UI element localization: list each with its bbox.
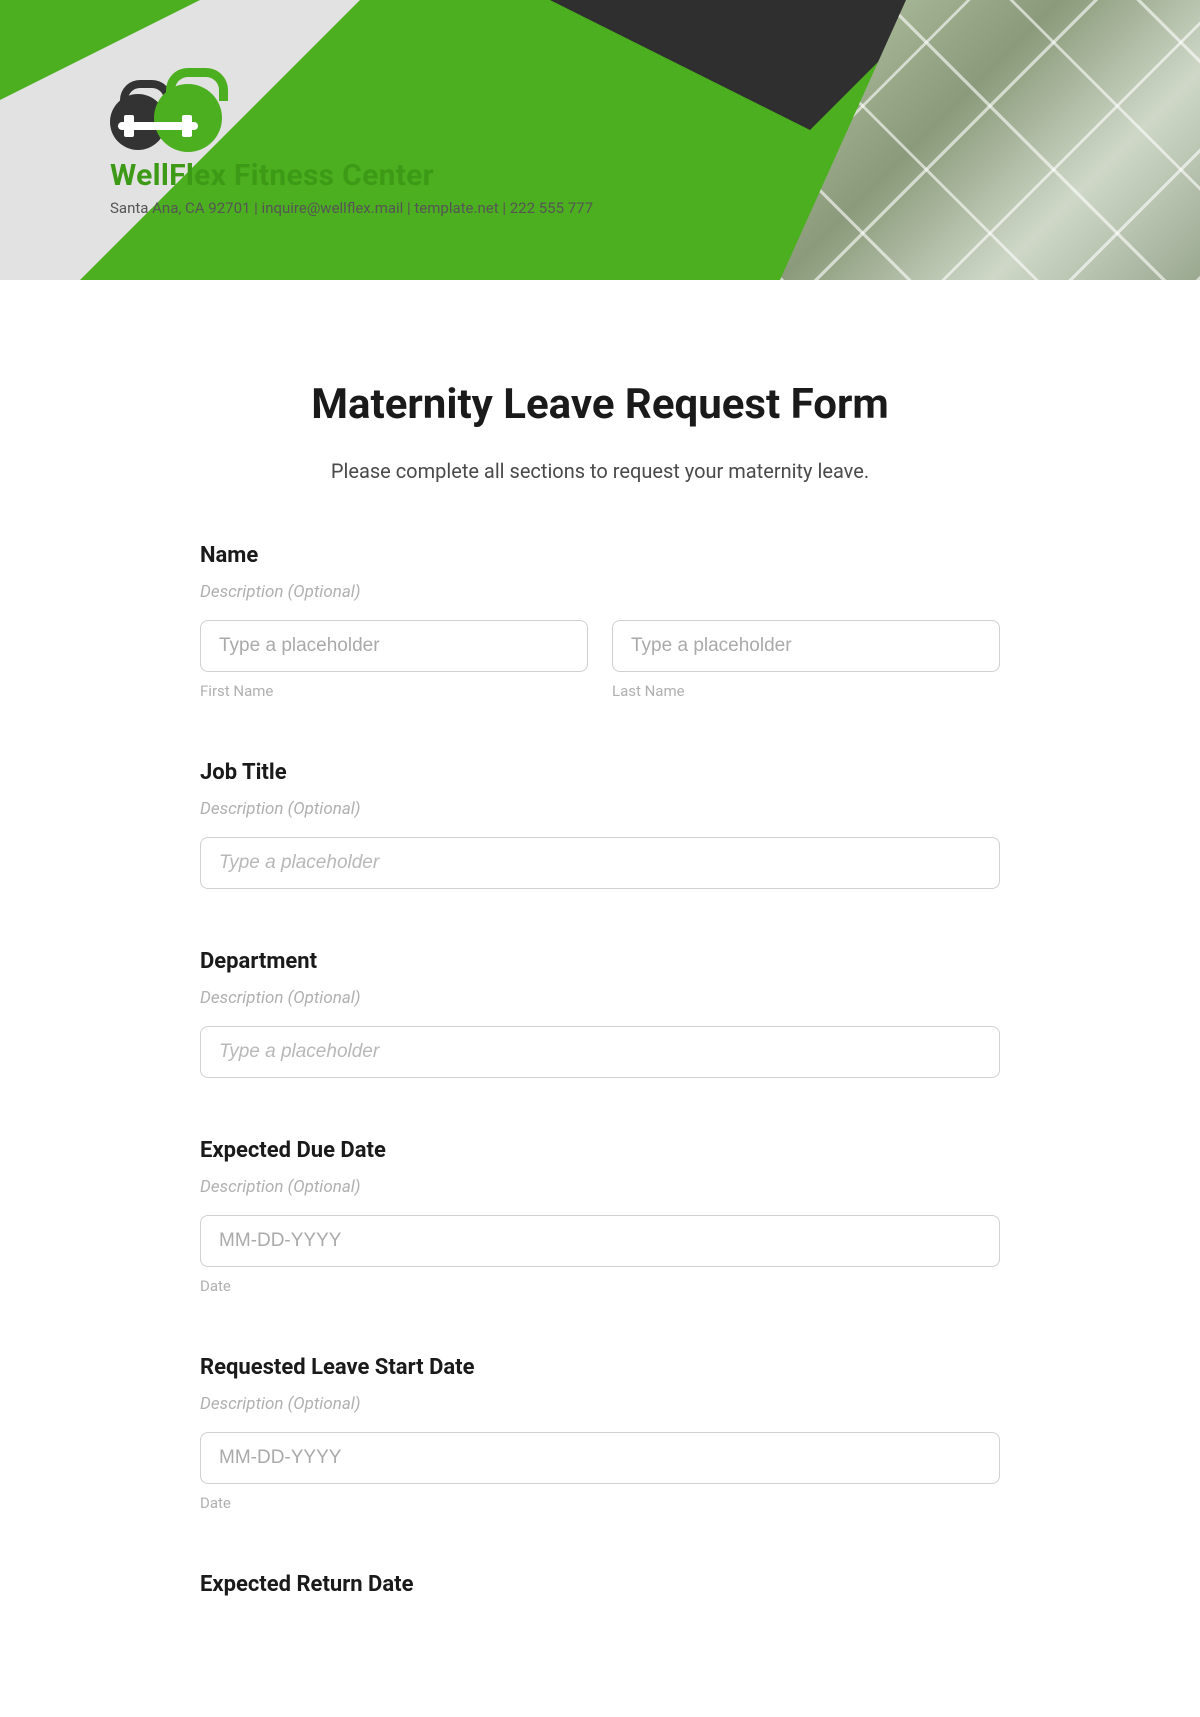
form-subtitle: Please complete all sections to request … <box>200 459 1000 483</box>
department-input[interactable] <box>200 1026 1000 1078</box>
name-label: Name <box>200 543 1000 568</box>
due-date-description: Description (Optional) <box>200 1177 1000 1197</box>
field-return-date: Expected Return Date <box>200 1572 1000 1597</box>
name-description: Description (Optional) <box>200 582 1000 602</box>
job-title-label: Job Title <box>200 760 1000 785</box>
job-title-description: Description (Optional) <box>200 799 1000 819</box>
field-name: Name Description (Optional) First Name L… <box>200 543 1000 700</box>
last-name-input[interactable] <box>612 620 1000 672</box>
first-name-sublabel: First Name <box>200 682 588 700</box>
field-due-date: Expected Due Date Description (Optional)… <box>200 1138 1000 1295</box>
page-header: WellFlex Fitness Center Santa Ana, CA 92… <box>0 0 1200 280</box>
start-date-label: Requested Leave Start Date <box>200 1355 1000 1380</box>
logo-block: WellFlex Fitness Center Santa Ana, CA 92… <box>110 80 593 217</box>
last-name-sublabel: Last Name <box>612 682 1000 700</box>
field-job-title: Job Title Description (Optional) <box>200 760 1000 889</box>
department-description: Description (Optional) <box>200 988 1000 1008</box>
form-content: Maternity Leave Request Form Please comp… <box>140 280 1060 1717</box>
field-start-date: Requested Leave Start Date Description (… <box>200 1355 1000 1512</box>
form-title: Maternity Leave Request Form <box>200 380 1000 429</box>
due-date-input[interactable] <box>200 1215 1000 1267</box>
job-title-input[interactable] <box>200 837 1000 889</box>
due-date-sublabel: Date <box>200 1277 1000 1295</box>
department-label: Department <box>200 949 1000 974</box>
start-date-input[interactable] <box>200 1432 1000 1484</box>
kettlebell-logo-icon <box>110 80 230 150</box>
start-date-sublabel: Date <box>200 1494 1000 1512</box>
start-date-description: Description (Optional) <box>200 1394 1000 1414</box>
field-department: Department Description (Optional) <box>200 949 1000 1078</box>
brand-name: WellFlex Fitness Center <box>110 158 593 193</box>
first-name-input[interactable] <box>200 620 588 672</box>
due-date-label: Expected Due Date <box>200 1138 1000 1163</box>
return-date-label: Expected Return Date <box>200 1572 1000 1597</box>
brand-tagline: Santa Ana, CA 92701 | inquire@wellflex.m… <box>110 199 593 217</box>
